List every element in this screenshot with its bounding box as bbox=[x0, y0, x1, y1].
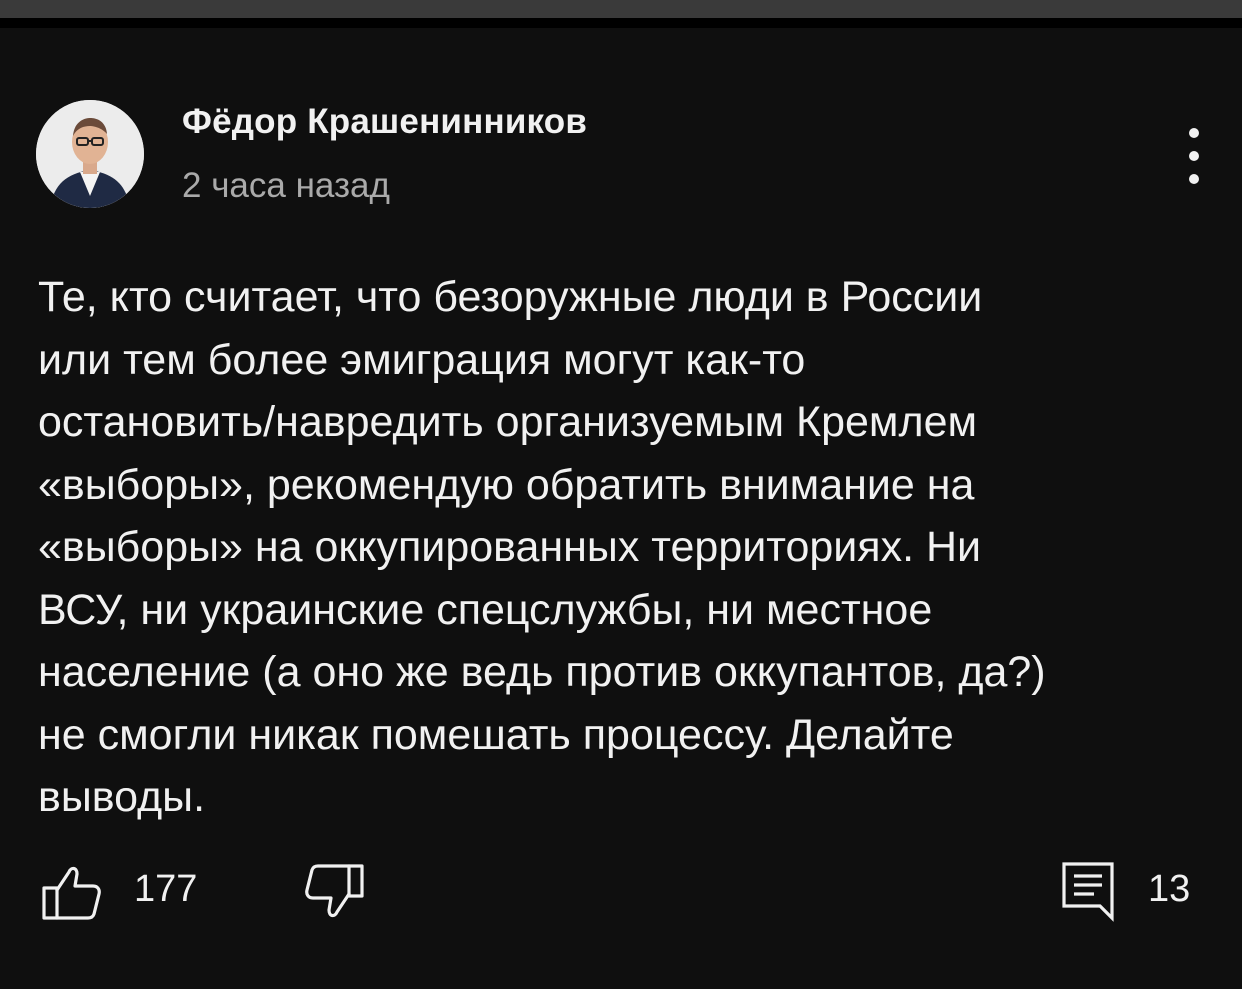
top-divider bbox=[0, 0, 1242, 18]
thumbs-down-icon[interactable] bbox=[302, 860, 366, 924]
reply-count[interactable]: 13 bbox=[1148, 868, 1190, 911]
comment-card: Фёдор Крашенинников 2 часа назад Те, кто… bbox=[0, 28, 1242, 989]
author-name[interactable]: Фёдор Крашенинников bbox=[182, 102, 587, 142]
like-count: 177 bbox=[134, 868, 198, 910]
more-vertical-icon[interactable] bbox=[1178, 128, 1210, 184]
author-avatar[interactable] bbox=[36, 100, 144, 208]
comment-text: Те, кто считает, что безоружные люди в Р… bbox=[38, 273, 1046, 821]
thumbs-up-icon[interactable] bbox=[40, 860, 104, 924]
comment-icon[interactable] bbox=[1058, 860, 1120, 924]
comment-timestamp[interactable]: 2 часа назад bbox=[182, 166, 390, 206]
